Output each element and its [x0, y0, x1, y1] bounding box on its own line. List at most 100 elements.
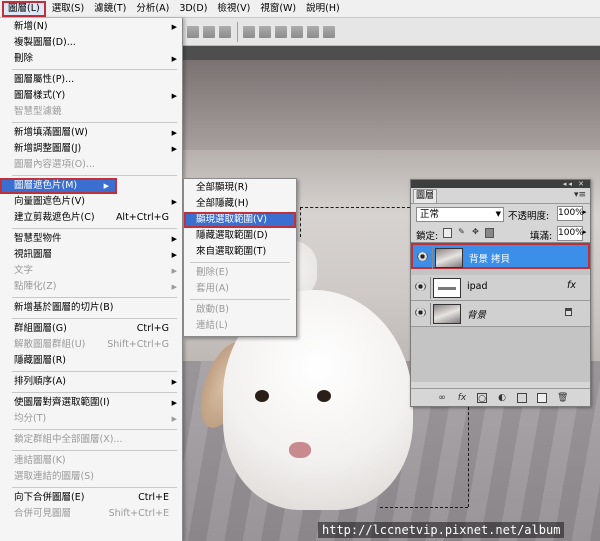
blend-mode-select[interactable]: 正常 ▼ — [416, 207, 504, 222]
menu-item-18[interactable]: 文字 ▶ — [0, 263, 182, 279]
menu-item-9[interactable]: 新增調整圖層(J) ▶ — [0, 141, 182, 157]
layer-row[interactable]: 背景 — [411, 301, 590, 327]
submenu-item-7[interactable]: 套用(A) — [184, 281, 296, 297]
submenu-item-9[interactable]: 啟動(B) — [184, 302, 296, 318]
menu-item-14[interactable]: 建立剪裁遮色片(C) Alt+Ctrl+G — [0, 210, 182, 226]
menu-item-29[interactable]: 使圖層對齊選取範圍(I) ▶ — [0, 395, 182, 411]
opacity-slider-icon[interactable]: ▸ — [583, 208, 587, 216]
menu-item-4[interactable]: 圖層屬性(P)... — [0, 72, 182, 88]
menu-item-6[interactable]: 智慧型濾鏡 — [0, 104, 182, 120]
menu-item-5[interactable]: 圖層樣式(Y) ▶ — [0, 88, 182, 104]
menu-item-label: 群組圖層(G) — [14, 323, 67, 334]
submenu-arrow-icon: ▶ — [171, 415, 177, 423]
menubar-item-1[interactable]: 選取(S) — [48, 1, 88, 17]
submenu-item-3[interactable]: 隱藏選取範圍(D) — [184, 228, 296, 244]
new-group-icon[interactable] — [517, 393, 527, 403]
layers-tab[interactable]: 圖層 — [413, 189, 437, 203]
dog-nose — [289, 442, 311, 458]
dog-left-eye — [255, 390, 269, 402]
menu-item-19[interactable]: 點陣化(Z) ▶ — [0, 279, 182, 295]
selection-outline — [300, 207, 410, 208]
opacity-input[interactable]: 100% — [557, 206, 584, 221]
menu-item-8[interactable]: 新增填滿圖層(W) ▶ — [0, 125, 182, 141]
menu-item-1[interactable]: 複製圖層(D)... — [0, 35, 182, 51]
menu-separator — [12, 69, 177, 70]
menu-item-37[interactable]: 向下合併圖層(E) Ctrl+E — [0, 490, 182, 506]
menubar-item-7[interactable]: 說明(H) — [302, 1, 344, 17]
lock-pixels-icon[interactable]: ✎ — [457, 228, 466, 238]
align-top-icon[interactable] — [187, 26, 199, 38]
submenu-arrow-icon: ▶ — [171, 378, 177, 386]
align-bottom-icon[interactable] — [219, 26, 231, 38]
submenu-item-0[interactable]: 全部顯現(R) — [184, 180, 296, 196]
distribute-center-icon[interactable] — [307, 26, 319, 38]
menu-item-34[interactable]: 連結圖層(K) — [0, 453, 182, 469]
menubar-item-0[interactable]: 圖層(L) — [2, 0, 46, 17]
layer-row[interactable]: ipad fx — [411, 275, 590, 301]
menubar-item-4[interactable]: 3D(D) — [175, 1, 211, 17]
menu-item-10[interactable]: 圖層內容選項(O)... — [0, 157, 182, 173]
submenu-item-6[interactable]: 刪除(E) — [184, 265, 296, 281]
menubar-item-6[interactable]: 視窗(W) — [256, 1, 300, 17]
menu-item-label: 選取連結的圖層(S) — [14, 471, 94, 482]
menu-item-label: 新增基於圖層的切片(B) — [14, 302, 114, 313]
menu-item-16[interactable]: 智慧型物件 ▶ — [0, 231, 182, 247]
menu-item-25[interactable]: 隱藏圖層(R) — [0, 353, 182, 369]
distribute-top-icon[interactable] — [243, 26, 255, 38]
menu-item-23[interactable]: 群組圖層(G) Ctrl+G — [0, 321, 182, 337]
menu-item-21[interactable]: 新增基於圖層的切片(B) — [0, 300, 182, 316]
align-middle-icon[interactable] — [203, 26, 215, 38]
submenu-item-10[interactable]: 連結(L) — [184, 318, 296, 334]
layers-panel: ◂◂ ✕ 圖層 ▾≡ 正常 ▼ 不透明度: 100% ▸ 鎖定: ✎ ✥ 填滿:… — [410, 179, 591, 407]
visibility-eye-icon[interactable] — [417, 252, 428, 261]
menu-item-32[interactable]: 鎖定群組中全部圖層(X)... — [0, 432, 182, 448]
visibility-eye-icon[interactable] — [415, 282, 426, 291]
menu-item-38[interactable]: 合併可見圖層 Shift+Ctrl+E — [0, 506, 182, 522]
lock-transparent-icon[interactable] — [443, 228, 452, 238]
menu-item-12[interactable]: 圖層遮色片(M) ▶ — [0, 178, 117, 194]
submenu-arrow-icon: ▶ — [171, 145, 177, 153]
submenu-item-1[interactable]: 全部隱藏(H) — [184, 196, 296, 212]
layer-row[interactable]: 背景 拷貝 — [411, 243, 590, 269]
menubar-item-5[interactable]: 檢視(V) — [213, 1, 254, 17]
new-layer-icon[interactable] — [537, 393, 547, 403]
layer-effects-icon[interactable]: fx — [567, 280, 576, 291]
fill-input[interactable]: 100% — [557, 226, 584, 241]
menu-item-17[interactable]: 視訊圖層 ▶ — [0, 247, 182, 263]
menu-item-label: 刪除 — [14, 53, 34, 64]
distribute-bottom-icon[interactable] — [275, 26, 287, 38]
layer-thumbnail — [435, 248, 463, 268]
menubar-item-2[interactable]: 濾鏡(T) — [90, 1, 130, 17]
menu-item-0[interactable]: 新增(N) ▶ — [0, 19, 182, 35]
fill-slider-icon[interactable]: ▸ — [583, 228, 587, 236]
panel-collapse-icon[interactable]: ◂◂ ✕ — [563, 180, 586, 188]
lock-label: 鎖定: — [416, 231, 439, 242]
menu-item-13[interactable]: 向量圖遮色片(V) ▶ — [0, 194, 182, 210]
trash-icon[interactable]: 🗑 — [557, 393, 568, 403]
layer-divider — [430, 303, 431, 325]
menubar-item-3[interactable]: 分析(A) — [132, 1, 173, 17]
visibility-eye-icon[interactable] — [415, 308, 426, 317]
menu-item-27[interactable]: 排列順序(A) ▶ — [0, 374, 182, 390]
lock-position-icon[interactable]: ✥ — [471, 228, 480, 238]
panel-menu-icon[interactable]: ▾≡ — [574, 190, 586, 200]
layer-name: ipad — [467, 281, 488, 292]
submenu-arrow-icon: ▶ — [171, 267, 177, 275]
distribute-right-icon[interactable] — [323, 26, 335, 38]
panel-title-bar[interactable]: ◂◂ ✕ — [411, 180, 590, 188]
menu-item-35[interactable]: 選取連結的圖層(S) — [0, 469, 182, 485]
lock-all-icon[interactable] — [485, 228, 494, 238]
menu-item-24[interactable]: 解散圖層群組(U) Shift+Ctrl+G — [0, 337, 182, 353]
submenu-item-2[interactable]: 顯現選取範圍(V) — [184, 212, 296, 228]
selection-outline — [380, 507, 468, 508]
add-mask-icon[interactable]: ○ — [477, 393, 487, 404]
panel-divider — [411, 203, 590, 204]
menu-item-2[interactable]: 刪除 ▶ — [0, 51, 182, 67]
link-layers-icon[interactable]: ∞ — [437, 393, 447, 403]
adjustment-layer-icon[interactable]: ◐ — [497, 393, 507, 403]
menu-item-30[interactable]: 均分(T) ▶ — [0, 411, 182, 427]
distribute-left-icon[interactable] — [291, 26, 303, 38]
submenu-item-4[interactable]: 來自選取範圍(T) — [184, 244, 296, 260]
layer-style-icon[interactable]: fx — [457, 393, 467, 403]
distribute-middle-icon[interactable] — [259, 26, 271, 38]
